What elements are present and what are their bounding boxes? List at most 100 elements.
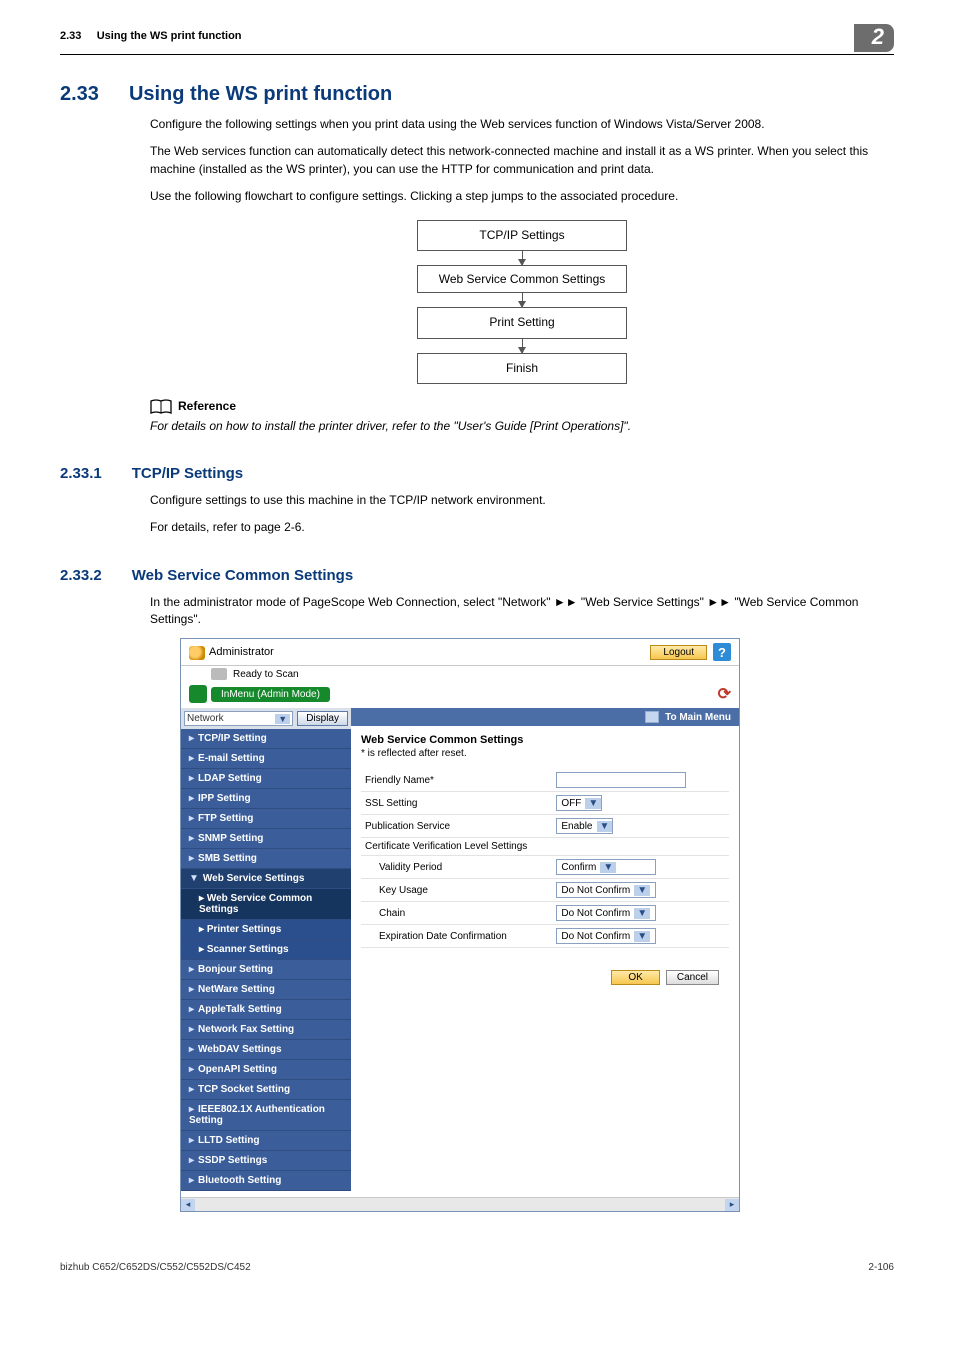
sidebar-sub-scanner[interactable]: ▸ Scanner Settings (181, 940, 351, 960)
chevron-down-icon: ▼ (600, 862, 616, 873)
sidebar-sub-wscs[interactable]: ▸ Web Service Common Settings (181, 889, 351, 920)
sidebar-item-label: LLTD Setting (198, 1135, 259, 1146)
sidebar-item-netfax[interactable]: ▸Network Fax Setting (181, 1020, 351, 1040)
to-main-menu-link[interactable]: To Main Menu (665, 712, 731, 723)
sidebar-item-email[interactable]: ▸E-mail Setting (181, 749, 351, 769)
flow-arrow (522, 251, 523, 265)
s1-p1: Configure settings to use this machine i… (150, 492, 894, 509)
footer-page: 2-106 (868, 1262, 894, 1273)
horizontal-scrollbar[interactable]: ◂ ▸ (181, 1197, 739, 1211)
sidebar-item-label: SMB Setting (198, 853, 257, 864)
sidebar-item-netware[interactable]: ▸NetWare Setting (181, 980, 351, 1000)
chain-label: Chain (361, 902, 552, 925)
cancel-button[interactable]: Cancel (666, 970, 719, 985)
intro-p3: Use the following flowchart to configure… (150, 188, 894, 205)
s1-title: TCP/IP Settings (132, 465, 243, 482)
header-section-title: Using the WS print function (97, 30, 242, 42)
friendly-name-input[interactable] (556, 772, 686, 788)
sidebar-item-label: Printer Settings (207, 924, 281, 935)
sidebar-item-appletalk[interactable]: ▸AppleTalk Setting (181, 1000, 351, 1020)
select-value: Do Not Confirm (557, 931, 634, 942)
form-note: * is reflected after reset. (361, 748, 729, 759)
sidebar-item-bonjour[interactable]: ▸Bonjour Setting (181, 960, 351, 980)
chevron-down-icon: ▼ (634, 931, 650, 942)
keyusage-label: Key Usage (361, 879, 552, 902)
sidebar-item-label: Bonjour Setting (198, 964, 273, 975)
flow-finish: Finish (417, 353, 627, 384)
display-button[interactable]: Display (297, 711, 348, 726)
s2-p1: In the administrator mode of PageScope W… (150, 594, 894, 629)
flow-print[interactable]: Print Setting (417, 307, 627, 338)
category-select[interactable]: Network ▼ (184, 711, 293, 726)
sidebar-item-label: TCP/IP Setting (198, 733, 267, 744)
header-section-num: 2.33 (60, 30, 81, 42)
sidebar-item-smb[interactable]: ▸SMB Setting (181, 849, 351, 869)
chevron-down-icon: ▼ (634, 908, 650, 919)
select-value: Do Not Confirm (557, 885, 634, 896)
status-text: Ready to Scan (181, 666, 739, 682)
select-value: Confirm (557, 862, 600, 873)
sidebar-item-label: IPP Setting (198, 793, 251, 804)
s2-title: Web Service Common Settings (132, 567, 353, 584)
sidebar-item-ldap[interactable]: ▸LDAP Setting (181, 769, 351, 789)
h1-text: Using the WS print function (129, 83, 392, 106)
flow-wscs[interactable]: Web Service Common Settings (417, 265, 627, 293)
chevron-down-icon: ▼ (275, 714, 290, 724)
chain-select[interactable]: Do Not Confirm▼ (556, 905, 656, 921)
scroll-right-icon[interactable]: ▸ (725, 1199, 739, 1211)
pubservice-select[interactable]: Enable▼ (556, 818, 613, 834)
sidebar-item-wss[interactable]: ▼Web Service Settings (181, 869, 351, 889)
sidebar-item-bt[interactable]: ▸Bluetooth Setting (181, 1171, 351, 1191)
sidebar-sub-printer[interactable]: ▸ Printer Settings (181, 920, 351, 940)
chevron-down-icon: ▼ (597, 821, 613, 832)
sidebar-item-label: FTP Setting (198, 813, 253, 824)
sidebar-item-ipp[interactable]: ▸IPP Setting (181, 789, 351, 809)
sidebar-item-ssdp[interactable]: ▸SSDP Settings (181, 1151, 351, 1171)
sidebar-item-label: Bluetooth Setting (198, 1175, 281, 1186)
book-icon (150, 399, 172, 415)
scroll-left-icon[interactable]: ◂ (181, 1199, 195, 1211)
ssl-label: SSL Setting (361, 792, 552, 815)
sidebar-item-label: LDAP Setting (198, 773, 262, 784)
reference-text: For details on how to install the printe… (150, 418, 894, 435)
sidebar-item-label: Web Service Common Settings (199, 893, 312, 915)
expiration-select[interactable]: Do Not Confirm▼ (556, 928, 656, 944)
sidebar-item-tcpsock[interactable]: ▸TCP Socket Setting (181, 1080, 351, 1100)
sidebar-item-lltd[interactable]: ▸LLTD Setting (181, 1131, 351, 1151)
flow-tcpip[interactable]: TCP/IP Settings (417, 220, 627, 251)
sidebar-item-label: Network Fax Setting (198, 1024, 294, 1035)
ssl-select[interactable]: OFF▼ (556, 795, 602, 811)
flow-arrow (522, 339, 523, 353)
sidebar-item-snmp[interactable]: ▸SNMP Setting (181, 829, 351, 849)
sidebar-item-label: SNMP Setting (198, 833, 263, 844)
sidebar-item-label: NetWare Setting (198, 984, 275, 995)
s1-p2: For details, refer to page 2-6. (150, 519, 894, 536)
help-button[interactable]: ? (713, 643, 731, 661)
chapter-badge: 2 (854, 24, 894, 52)
validity-select[interactable]: Confirm▼ (556, 859, 656, 875)
administrator-label: Administrator (189, 646, 274, 658)
sidebar-item-webdav[interactable]: ▸WebDAV Settings (181, 1040, 351, 1060)
chevron-down-icon: ▼ (585, 798, 601, 809)
sidebar-item-ieee[interactable]: ▸IEEE802.1X Authentication Setting (181, 1100, 351, 1131)
flow-arrow (522, 293, 523, 307)
select-value: Do Not Confirm (557, 908, 634, 919)
s1-num: 2.33.1 (60, 465, 102, 482)
sidebar-item-label: TCP Socket Setting (198, 1084, 290, 1095)
sidebar-item-ftp[interactable]: ▸FTP Setting (181, 809, 351, 829)
refresh-icon[interactable]: ⟳ (718, 684, 731, 704)
logout-button[interactable]: Logout (650, 645, 707, 660)
admin-ui-screenshot: Administrator Logout ? Ready to Scan InM… (180, 638, 740, 1212)
sidebar-item-openapi[interactable]: ▸OpenAPI Setting (181, 1060, 351, 1080)
keyusage-select[interactable]: Do Not Confirm▼ (556, 882, 656, 898)
sidebar: Network ▼ Display ▸TCP/IP Setting ▸E-mai… (181, 708, 351, 1197)
sidebar-item-label: Scanner Settings (207, 944, 289, 955)
sidebar-item-label: WebDAV Settings (198, 1044, 282, 1055)
friendly-name-label: Friendly Name* (361, 769, 552, 792)
sidebar-item-tcpip[interactable]: ▸TCP/IP Setting (181, 729, 351, 749)
sidebar-item-label: AppleTalk Setting (198, 1004, 282, 1015)
h1-num: 2.33 (60, 83, 99, 106)
admin-mode-label: InMenu (Admin Mode) (211, 687, 330, 702)
category-select-value: Network (187, 713, 224, 724)
ok-button[interactable]: OK (611, 970, 659, 985)
